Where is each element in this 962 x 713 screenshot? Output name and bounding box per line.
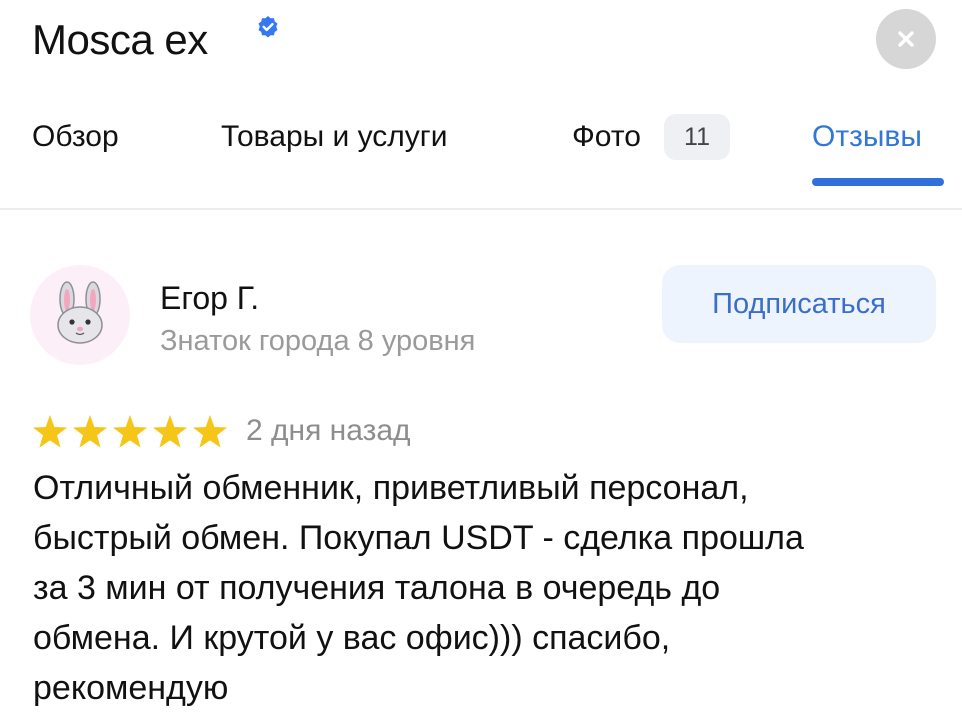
tab-reviews[interactable]: Отзывы	[812, 115, 922, 159]
tab-goods-and-services[interactable]: Товары и услуги	[221, 115, 448, 159]
star-icon	[112, 415, 148, 448]
tab-bar: Обзор Товары и услуги Фото 11 Отзывы	[0, 0, 962, 210]
photo-count-badge: 11	[664, 114, 730, 160]
subscribe-button[interactable]: Подписаться	[662, 265, 936, 343]
author-level: Знаток города 8 уровня	[160, 325, 476, 357]
active-tab-indicator	[812, 178, 944, 186]
tab-photo[interactable]: Фото	[572, 115, 641, 159]
star-icon	[152, 415, 188, 448]
star-icon	[192, 415, 228, 448]
author-name[interactable]: Егор Г.	[160, 277, 259, 319]
tab-overview[interactable]: Обзор	[32, 115, 119, 159]
review-text: Отличный обменник, приветливый персонал,…	[33, 469, 804, 707]
star-icon	[72, 415, 108, 448]
rabbit-avatar-icon	[57, 281, 103, 344]
star-rating	[32, 415, 228, 448]
review-date: 2 дня назад	[246, 414, 411, 447]
avatar[interactable]	[30, 265, 130, 365]
star-icon	[32, 415, 68, 448]
